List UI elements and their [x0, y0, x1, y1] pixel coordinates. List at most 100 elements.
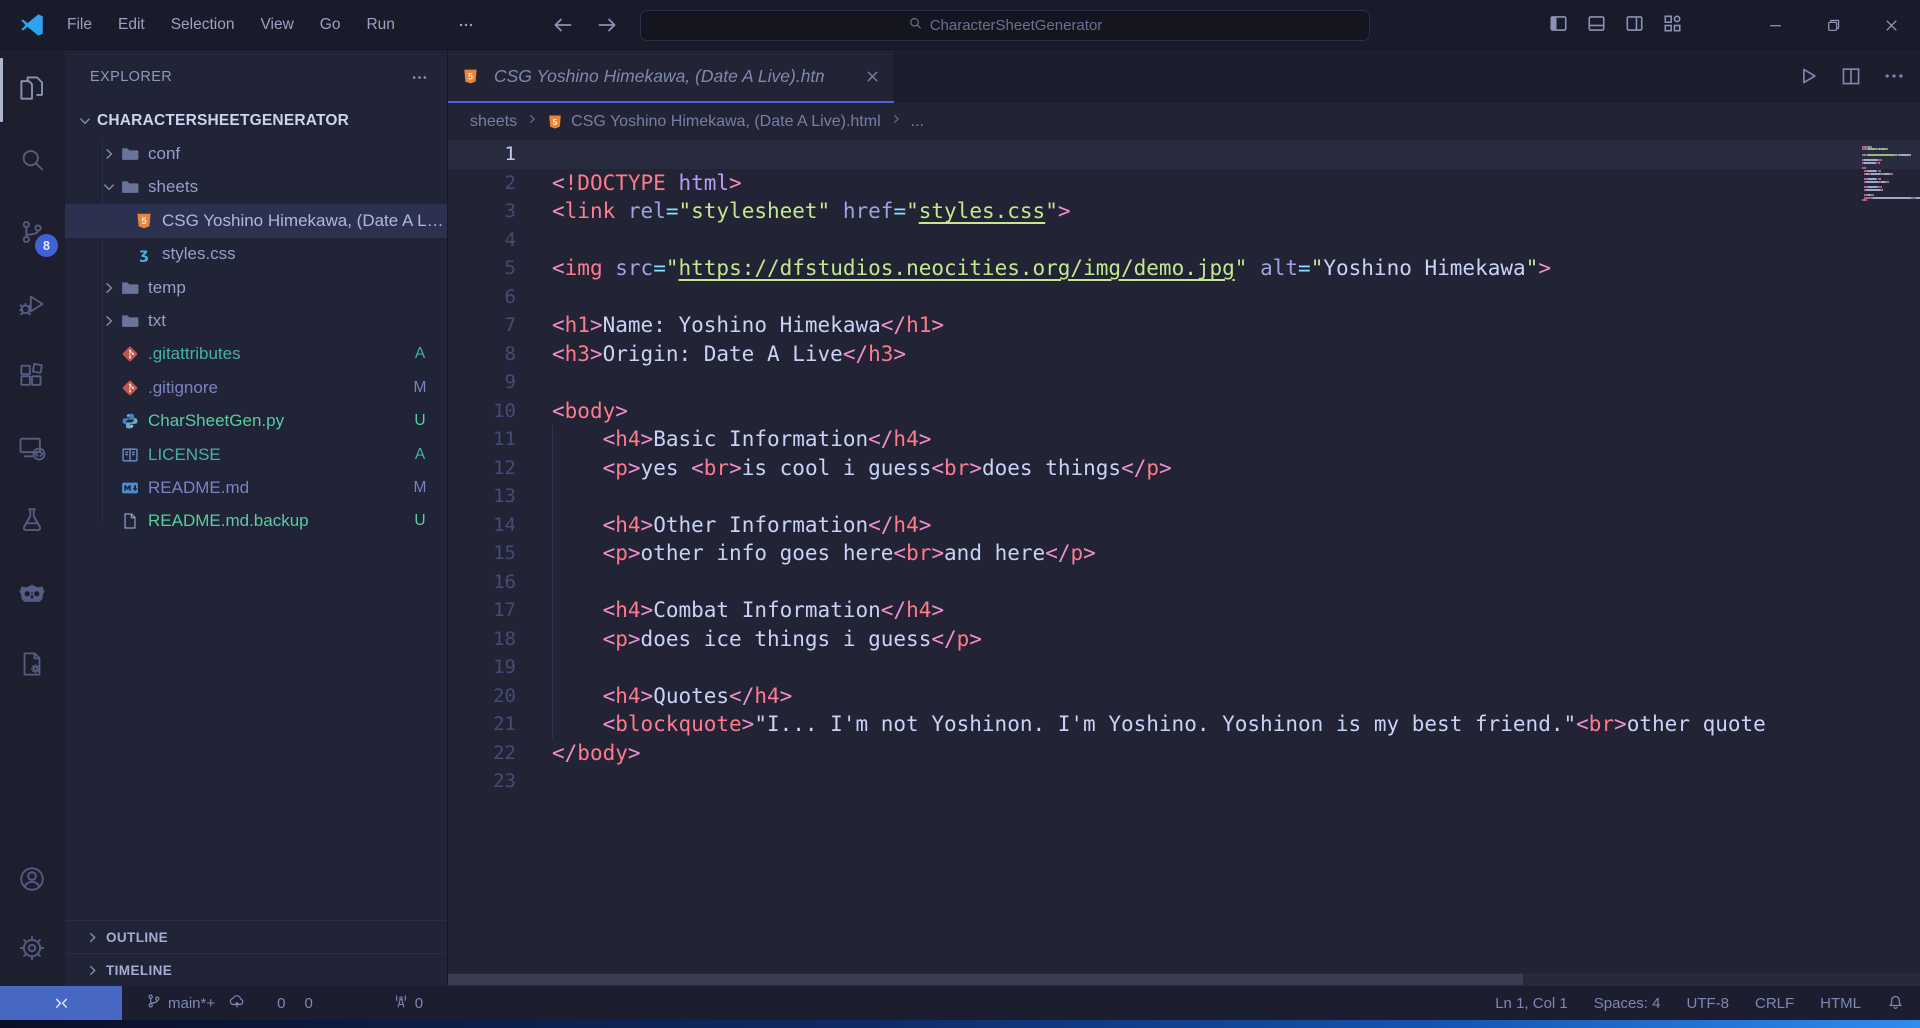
folder-icon: [121, 145, 139, 163]
menu-file[interactable]: File: [54, 16, 105, 34]
ports-status[interactable]: 0: [393, 993, 423, 1013]
code-line-19[interactable]: [448, 653, 1920, 682]
remote-explorer-icon[interactable]: [9, 425, 55, 471]
tree-item--gitattributes[interactable]: .gitattributes A: [65, 338, 447, 371]
tree-item-sheets[interactable]: sheets: [65, 171, 447, 204]
menu-view[interactable]: View: [247, 16, 306, 34]
breadcrumb-file[interactable]: CSG Yoshino Himekawa, (Date A Live).html: [571, 113, 880, 131]
search-view-icon[interactable]: [9, 137, 55, 183]
breadcrumb-more[interactable]: ...: [911, 113, 924, 131]
code-line-21[interactable]: <blockquote>"I... I'm not Yoshinon. I'm …: [448, 710, 1920, 739]
code-line-4[interactable]: [448, 226, 1920, 255]
tree-item-conf[interactable]: conf: [65, 137, 447, 170]
explorer-more-icon[interactable]: [411, 69, 429, 87]
chevron-right-icon: [85, 963, 100, 978]
breadcrumb-folder[interactable]: sheets: [470, 113, 517, 131]
run-button-icon[interactable]: [1797, 65, 1820, 88]
cpp-tools-icon[interactable]: [9, 641, 55, 687]
horizontal-scrollbar[interactable]: [448, 973, 1920, 986]
menu-edit[interactable]: Edit: [105, 16, 158, 34]
code-line-10[interactable]: <body>: [448, 397, 1920, 426]
code-line-23[interactable]: [448, 767, 1920, 796]
navigate-forward-icon[interactable]: [596, 14, 620, 38]
editor-more-icon[interactable]: [1883, 65, 1906, 88]
line-number-gutter: 1 2 3 4 5 6 7 8 9 10 11 12 13 14 15 16 17 18 19 20 21 22 23: [448, 140, 516, 796]
minimize-button[interactable]: [1746, 0, 1804, 50]
tree-item-charsheetgen-py[interactable]: CharSheetGen.py U: [65, 405, 447, 438]
menu-go[interactable]: Go: [307, 16, 354, 34]
tree-item-readme-md-backup[interactable]: README.md.backup U: [65, 505, 447, 538]
godot-tools-icon[interactable]: [9, 569, 55, 615]
code-line-11[interactable]: <h4>Basic Information</h4>: [448, 425, 1920, 454]
branch-status[interactable]: main*+: [146, 993, 245, 1013]
code-line-17[interactable]: <h4>Combat Information</h4>: [448, 596, 1920, 625]
command-center-search[interactable]: CharacterSheetGenerator: [640, 10, 1370, 41]
menu-selection[interactable]: Selection: [158, 16, 248, 34]
toggle-panel-icon[interactable]: [1586, 13, 1610, 37]
code-line-12[interactable]: <p>yes <br>is cool i guess<br>does thing…: [448, 454, 1920, 483]
status-spaces-4[interactable]: Spaces: 4: [1594, 995, 1661, 1012]
code-line-14[interactable]: <h4>Other Information</h4>: [448, 511, 1920, 540]
file-label: sheets: [148, 177, 199, 197]
active-view-indicator: [0, 58, 3, 122]
section-timeline[interactable]: TIMELINE: [65, 953, 447, 986]
status-utf-8[interactable]: UTF-8: [1686, 995, 1729, 1012]
restore-button[interactable]: [1804, 0, 1862, 50]
problems-status[interactable]: 0 0: [273, 995, 323, 1023]
section-outline[interactable]: OUTLINE: [65, 920, 447, 953]
code-line-16[interactable]: [448, 568, 1920, 597]
tree-item-styles-css[interactable]: ʒ styles.css: [65, 238, 447, 271]
tree-item-txt[interactable]: txt: [65, 304, 447, 337]
tree-item-license[interactable]: LICENSE A: [65, 438, 447, 471]
code-line-5[interactable]: <img src="https://dfstudios.neocities.or…: [448, 254, 1920, 283]
code-line-8[interactable]: <h3>Origin: Date A Live</h3>: [448, 340, 1920, 369]
code-line-6[interactable]: [448, 283, 1920, 312]
tab-close-icon[interactable]: [864, 68, 881, 85]
code-line-9[interactable]: [448, 368, 1920, 397]
title-bar: File Edit Selection View Go Run CharacterShee…: [0, 0, 1920, 50]
explorer-icon[interactable]: [9, 65, 55, 111]
tab-active[interactable]: 5 CSG Yoshino Himekawa, (Date A Live).ht…: [448, 50, 895, 103]
notifications-bell-icon[interactable]: [1887, 993, 1904, 1014]
customize-layout-icon[interactable]: [1662, 13, 1686, 37]
line-number: 12: [493, 456, 516, 479]
toggle-secondary-sidebar-icon[interactable]: [1624, 13, 1648, 37]
accounts-icon[interactable]: [9, 856, 55, 902]
run-debug-icon[interactable]: [9, 281, 55, 327]
close-window-button[interactable]: [1862, 0, 1920, 50]
toggle-sidebar-icon[interactable]: [1548, 13, 1572, 37]
code-line-22[interactable]: </body>: [448, 739, 1920, 768]
navigate-back-icon[interactable]: [552, 14, 576, 38]
tree-item--gitignore[interactable]: .gitignore M: [65, 371, 447, 404]
split-editor-icon[interactable]: [1840, 65, 1863, 88]
line-number: 4: [504, 228, 516, 251]
source-control-icon[interactable]: 8: [9, 209, 58, 257]
code-line-18[interactable]: <p>does ice things i guess</p>: [448, 625, 1920, 654]
tree-root-folder[interactable]: CHARACTERSHEETGENERATOR: [65, 104, 447, 137]
line-number: 6: [504, 285, 516, 308]
code-line-7[interactable]: <h1>Name: Yoshino Himekawa</h1>: [448, 311, 1920, 340]
code-line-20[interactable]: <h4>Quotes</h4>: [448, 682, 1920, 711]
remote-indicator[interactable]: [0, 986, 122, 1020]
testing-icon[interactable]: [9, 497, 55, 543]
tree-item-readme-md[interactable]: README.md M: [65, 471, 447, 504]
code-line-13[interactable]: [448, 482, 1920, 511]
minimap[interactable]: [1862, 143, 1920, 263]
code-line-3[interactable]: <link rel="stylesheet" href="styles.css"…: [448, 197, 1920, 226]
extensions-icon[interactable]: [9, 353, 55, 399]
tree-item-csg-yoshino-himekawa-date-a-live-html[interactable]: 5 CSG Yoshino Himekawa, (Date A Live).htm…: [65, 204, 447, 238]
tree-item-temp[interactable]: temp: [65, 271, 447, 304]
code-line-15[interactable]: <p>other info goes here<br>and here</p>: [448, 539, 1920, 568]
code-line-2[interactable]: <!DOCTYPE html>: [448, 169, 1920, 198]
scrollbar-slider[interactable]: [448, 974, 1523, 985]
code-editor[interactable]: <!DOCTYPE html> <link rel="stylesheet" hr…: [448, 140, 1920, 973]
menu-overflow-button[interactable]: [446, 17, 486, 38]
file-label: conf: [148, 144, 181, 164]
status-html[interactable]: HTML: [1820, 995, 1861, 1012]
code-line-1[interactable]: [448, 140, 1920, 169]
menu-run[interactable]: Run: [353, 16, 407, 34]
settings-gear-icon[interactable]: [9, 925, 55, 971]
file-label: README.md: [148, 477, 250, 497]
status-crlf[interactable]: CRLF: [1755, 995, 1794, 1012]
status-ln-1-col-1[interactable]: Ln 1, Col 1: [1495, 995, 1568, 1012]
